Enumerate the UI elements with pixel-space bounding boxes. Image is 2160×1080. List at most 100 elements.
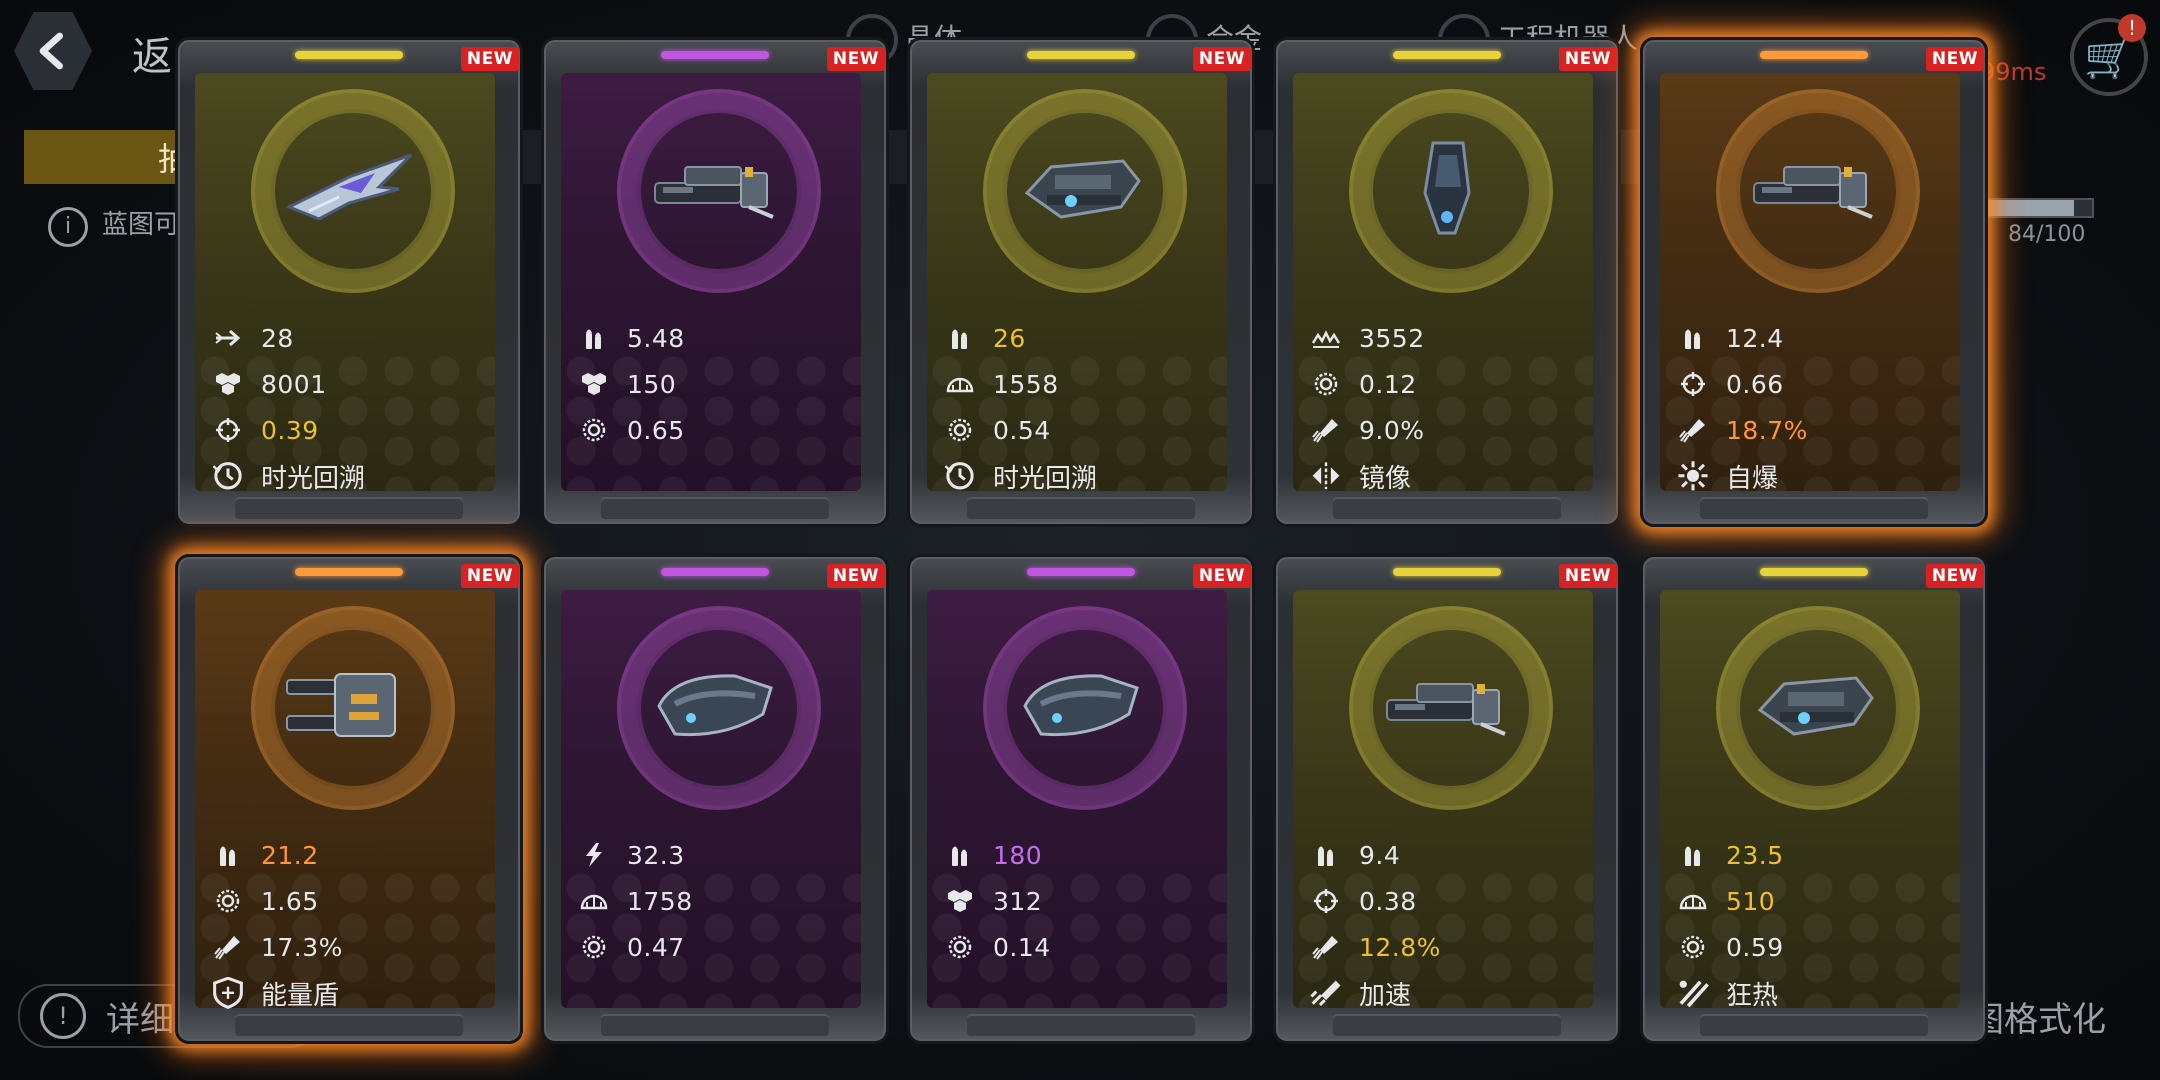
new-badge: NEW [826,564,885,588]
stats-list: 21.2 1.65 17.3% 能量盾 [211,832,491,1016]
stats-list: 3552 0.12 9.0% 镜像 [1309,315,1589,499]
rarity-bar [1393,51,1501,59]
hull-icon [943,887,977,915]
stat-row: 5.48 [577,315,857,361]
stat-row: 312 [943,878,1223,924]
stats-list: 12.4 0.66 18.7% 自爆 [1676,315,1956,499]
new-badge: NEW [1925,47,1984,71]
crosshair-icon [1676,370,1710,398]
blueprint-card[interactable]: NEW 5.48 150 0.65 [541,37,889,527]
ship-pod-icon [1377,137,1517,237]
stats-list: 26 1558 0.54 时光回溯 [943,315,1223,499]
card-base-plate [1700,1014,1928,1036]
stat-value: 32.3 [627,840,685,870]
ammo-icon [943,841,977,869]
stat-value: 1758 [627,886,693,916]
stat-row: 0.38 [1309,878,1589,924]
boost-icon [1309,979,1343,1007]
gear-icon [943,416,977,444]
stat-value: 510 [1726,886,1776,916]
ship-twin-icon [279,654,419,754]
new-badge: NEW [1192,564,1251,588]
mirror-icon [1309,462,1343,490]
stat-row: 9.0% [1309,407,1589,453]
stats-list: 9.4 0.38 12.8% 加速 [1309,832,1589,1016]
bolt-icon [577,841,611,869]
stat-value: 21.2 [261,840,319,870]
stat-value: 28 [261,323,294,353]
new-badge: NEW [1925,564,1984,588]
skill-label: 加速 [1359,980,1412,1011]
new-badge: NEW [1558,564,1617,588]
stat-value: 0.66 [1726,369,1784,399]
skill-row: 镜像 [1309,453,1589,499]
stat-value: 9.4 [1359,840,1401,870]
hull-icon [211,370,245,398]
stat-value: 18.7% [1726,415,1808,445]
stats-list: 180 312 0.14 [943,832,1223,970]
blueprint-card[interactable]: NEW 9.4 0.38 12.8% 加速 [1273,554,1621,1044]
stat-row: 21.2 [211,832,491,878]
rarity-bar [661,51,769,59]
stat-value: 26 [993,323,1026,353]
blueprint-card[interactable]: NEW 28 8001 0.39 时光回溯 [175,37,523,527]
card-base-plate [967,1014,1195,1036]
stat-value: 5.48 [627,323,685,353]
stat-value: 0.54 [993,415,1051,445]
stat-value: 1558 [993,369,1059,399]
wave-icon [1309,324,1343,352]
stat-row: 150 [577,361,857,407]
rarity-bar [1027,51,1135,59]
stat-row: 0.65 [577,407,857,453]
rarity-bar [1393,568,1501,576]
ship-heavy-icon [1744,654,1884,754]
new-badge: NEW [826,47,885,71]
stats-list: 28 8001 0.39 时光回溯 [211,315,491,499]
blueprint-card[interactable]: NEW 21.2 1.65 17.3% 能量盾 [175,554,523,1044]
stat-value: 150 [627,369,677,399]
blueprint-card[interactable]: NEW 23.5 510 0.59 狂热 [1640,554,1988,1044]
blueprint-card[interactable]: NEW 32.3 1758 0.47 [541,554,889,1044]
blueprint-card[interactable]: NEW 26 1558 0.54 时光回溯 [907,37,1255,527]
blueprint-card[interactable]: NEW 12.4 0.66 18.7% 自爆 [1640,37,1988,527]
info-icon: ! [40,993,86,1039]
ship-cannon-icon [1744,137,1884,237]
shield-arc-icon [577,887,611,915]
format-blueprint-button[interactable]: 图格式化 [1970,984,2150,1048]
stat-row: 12.4 [1676,315,1956,361]
stat-value: 9.0% [1359,415,1425,445]
stat-row: 32.3 [577,832,857,878]
stat-value: 0.47 [627,932,685,962]
progress-fill [1982,200,2075,216]
blueprint-card[interactable]: NEW 180 312 0.14 [907,554,1255,1044]
stats-list: 23.5 510 0.59 狂热 [1676,832,1956,1016]
stats-list: 5.48 150 0.65 [577,315,857,453]
rocket-icon [1676,416,1710,444]
back-label: 返 [132,34,172,80]
stat-row: 0.54 [943,407,1223,453]
gear-icon [1309,370,1343,398]
stat-value: 0.59 [1726,932,1784,962]
stat-value: 17.3% [261,932,343,962]
rarity-bar [295,51,403,59]
info-icon[interactable]: i [48,207,88,247]
stat-value: 23.5 [1726,840,1784,870]
skill-row: 时光回溯 [211,453,491,499]
stat-row: 0.47 [577,924,857,970]
rocket-icon [1309,416,1343,444]
skill-row: 能量盾 [211,970,491,1016]
stat-row: 26 [943,315,1223,361]
ammo-icon [577,324,611,352]
stat-row: 0.12 [1309,361,1589,407]
ammo-icon [943,324,977,352]
gear-icon [577,933,611,961]
crosshair-icon [211,416,245,444]
stat-row: 510 [1676,878,1956,924]
progress-text: 84/100 [2008,222,2086,247]
stat-value: 3552 [1359,323,1425,353]
blueprint-card[interactable]: NEW 3552 0.12 9.0% 镜像 [1273,37,1621,527]
stat-value: 312 [993,886,1043,916]
chevron-left-icon [39,32,64,70]
crosshair-icon [1309,887,1343,915]
rocket-icon [1309,933,1343,961]
